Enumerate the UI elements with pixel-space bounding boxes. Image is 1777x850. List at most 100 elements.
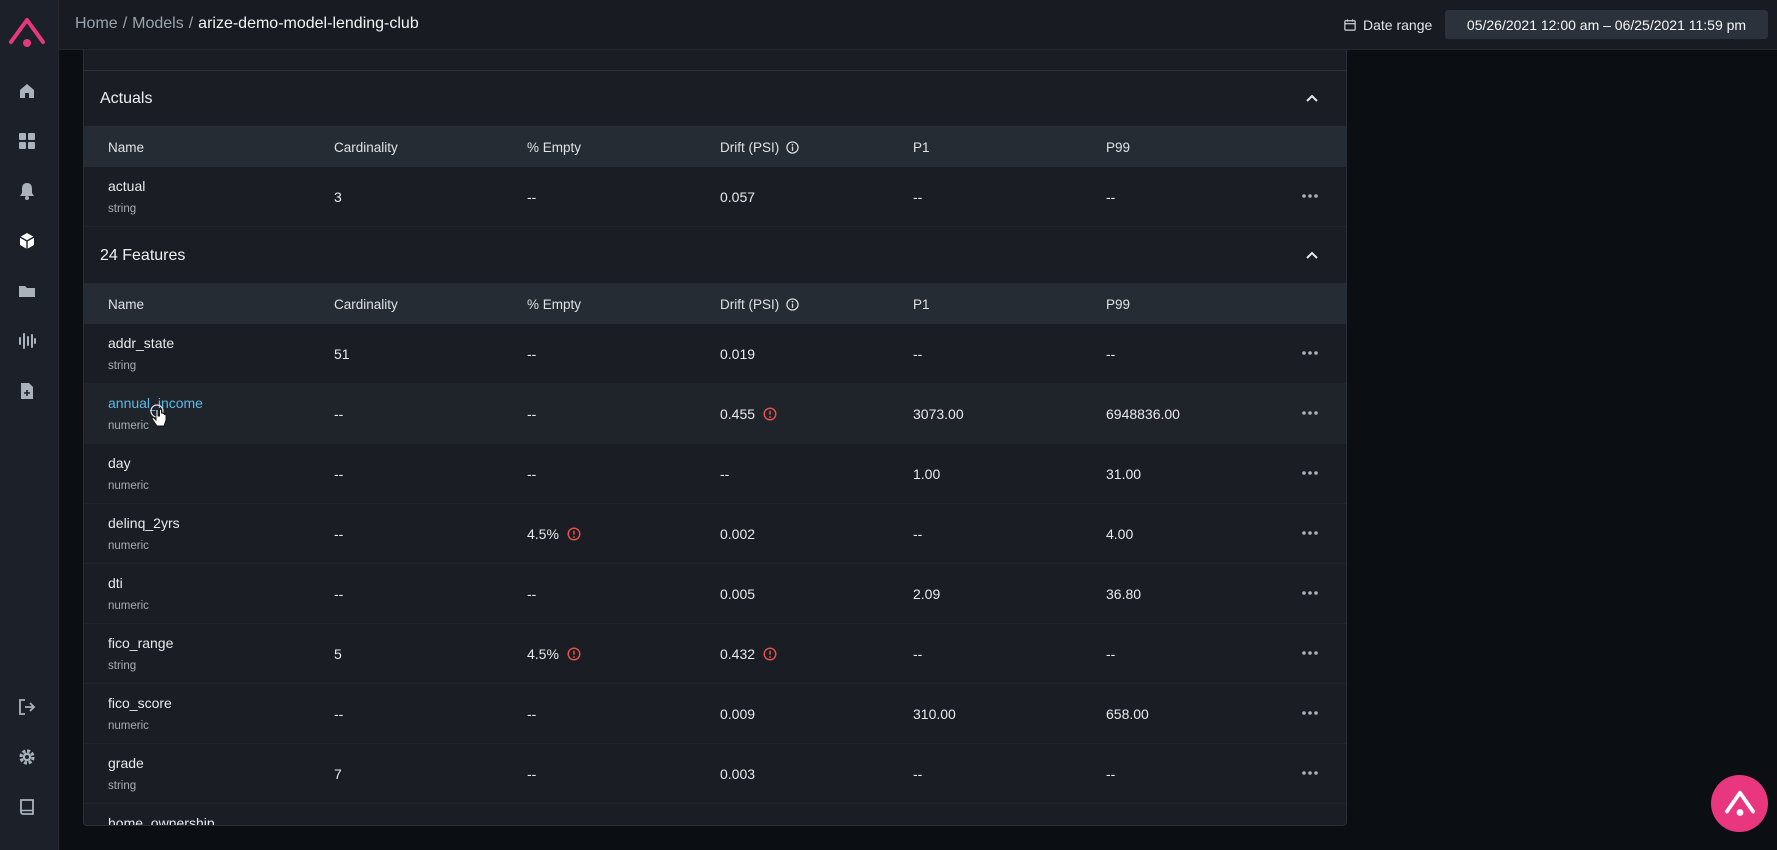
table-row[interactable]: addr_state string 51 -- 0.019 -- -- — [84, 324, 1346, 384]
dashboard-grid-icon[interactable] — [17, 131, 37, 151]
feature-name[interactable]: addr_state — [108, 335, 174, 351]
column-header-p1[interactable]: P1 — [913, 297, 930, 312]
breadcrumb-home[interactable]: Home — [75, 15, 118, 32]
more-options-icon[interactable] — [1300, 465, 1320, 481]
feature-type: string — [108, 660, 137, 672]
book-icon[interactable] — [17, 797, 37, 817]
feature-type: numeric — [108, 720, 149, 732]
features-section-header[interactable]: 24 Features — [84, 228, 1346, 284]
features-title: 24 Features — [100, 246, 186, 264]
table-row[interactable]: delinq_2yrs numeric -- 4.5% 0.002 -- 4.00 — [84, 504, 1346, 564]
more-options-icon[interactable] — [1300, 705, 1320, 721]
more-options-icon[interactable] — [1300, 525, 1320, 541]
warning-icon[interactable] — [763, 647, 777, 661]
feature-name[interactable]: day — [108, 455, 131, 471]
feature-name[interactable]: grade — [108, 755, 144, 771]
p99-value: 36.80 — [1106, 586, 1142, 602]
folder-icon[interactable] — [17, 281, 37, 301]
table-row[interactable]: fico_range string 5 4.5% 0.432 -- -- — [84, 624, 1346, 684]
logout-icon[interactable] — [17, 697, 37, 717]
gear-icon[interactable] — [17, 747, 37, 767]
table-row[interactable]: fico_score numeric -- -- 0.009 310.00 658.00 — [84, 684, 1346, 744]
column-header-empty[interactable]: % Empty — [527, 297, 581, 312]
column-header-drift-label: Drift (PSI) — [720, 297, 780, 312]
empty-value: -- — [527, 586, 537, 602]
column-header-drift[interactable]: Drift (PSI) — [720, 140, 799, 155]
feature-name[interactable]: fico_score — [108, 695, 172, 711]
empty-value: 4.5% — [527, 646, 559, 662]
breadcrumb-separator: / — [122, 15, 128, 32]
empty-value: -- — [527, 766, 537, 782]
feature-name[interactable]: dti — [108, 575, 123, 591]
table-row[interactable]: day numeric -- -- -- 1.00 31.00 — [84, 444, 1346, 504]
warning-icon[interactable] — [567, 647, 581, 661]
feature-name[interactable]: fico_range — [108, 635, 173, 651]
table-row[interactable]: home_ownership — [84, 804, 1346, 825]
info-icon[interactable] — [786, 298, 799, 311]
breadcrumb-current-model: arize-demo-model-lending-club — [198, 15, 419, 32]
help-chat-button[interactable] — [1711, 775, 1768, 832]
column-header-p1[interactable]: P1 — [913, 140, 930, 155]
bell-icon[interactable] — [17, 181, 37, 201]
column-header-drift[interactable]: Drift (PSI) — [720, 297, 799, 312]
table-row[interactable]: annual_income numeric -- -- 0.455 3073.00 6948… — [84, 384, 1346, 444]
column-header-empty[interactable]: % Empty — [527, 140, 581, 155]
empty-cell: 4.5% — [527, 646, 581, 662]
empty-value: -- — [527, 466, 537, 482]
column-header-cardinality[interactable]: Cardinality — [334, 140, 398, 155]
p1-value: -- — [913, 526, 923, 542]
drift-cell: 0.455 — [720, 406, 777, 422]
p1-value: 2.09 — [913, 586, 941, 602]
feature-name[interactable]: home_ownership — [108, 815, 215, 825]
feature-name[interactable]: actual — [108, 178, 145, 194]
empty-cell: -- — [527, 586, 536, 602]
empty-cell: -- — [527, 706, 536, 722]
warning-icon[interactable] — [763, 407, 777, 421]
actuals-table-header: Name Cardinality % Empty Drift (PSI) P1 … — [84, 127, 1346, 167]
chevron-up-icon[interactable] — [1304, 248, 1320, 264]
drift-cell: 0.019 — [720, 346, 755, 362]
feature-name[interactable]: delinq_2yrs — [108, 515, 180, 531]
column-header-p99[interactable]: P99 — [1106, 140, 1130, 155]
column-header-p99[interactable]: P99 — [1106, 297, 1130, 312]
info-icon[interactable] — [786, 141, 799, 154]
document-plus-icon[interactable] — [17, 381, 37, 401]
actuals-section-header[interactable]: Actuals — [84, 71, 1346, 127]
drift-cell: 0.432 — [720, 646, 777, 662]
calendar-icon — [1344, 19, 1356, 31]
more-options-icon[interactable] — [1300, 645, 1320, 661]
table-row[interactable]: dti numeric -- -- 0.005 2.09 36.80 — [84, 564, 1346, 624]
arize-logo-icon[interactable] — [8, 16, 46, 52]
empty-cell: -- — [527, 466, 536, 482]
more-options-icon[interactable] — [1300, 585, 1320, 601]
date-range-picker[interactable]: 05/26/2021 12:00 am – 06/25/2021 11:59 p… — [1445, 10, 1768, 39]
p1-value: 310.00 — [913, 706, 956, 722]
warning-icon[interactable] — [567, 527, 581, 541]
drift-cell: 0.002 — [720, 526, 755, 542]
empty-value: -- — [527, 406, 537, 422]
feature-type: string — [108, 780, 137, 792]
column-header-name[interactable]: Name — [108, 297, 144, 312]
waveform-icon[interactable] — [17, 331, 37, 351]
column-header-name[interactable]: Name — [108, 140, 144, 155]
more-options-icon[interactable] — [1300, 765, 1320, 781]
p1-value: -- — [913, 766, 923, 782]
breadcrumb: Home / Models / arize-demo-model-lending-clu… — [75, 15, 419, 33]
drift-value: 0.009 — [720, 706, 756, 722]
cube-icon[interactable] — [17, 231, 37, 251]
more-options-icon[interactable] — [1300, 345, 1320, 361]
feature-type: string — [108, 360, 137, 372]
table-row[interactable]: grade string 7 -- 0.003 -- -- — [84, 744, 1346, 804]
more-options-icon[interactable] — [1300, 188, 1320, 204]
features-table-header: Name Cardinality % Empty Drift (PSI) P1 … — [84, 284, 1346, 324]
empty-value: -- — [527, 346, 537, 362]
home-icon[interactable] — [17, 81, 37, 101]
table-row[interactable]: actual string 3 -- 0.057 -- -- — [84, 167, 1346, 227]
more-options-icon[interactable] — [1300, 405, 1320, 421]
drift-value: 0.003 — [720, 766, 756, 782]
model-schema-panel: Actuals Name Cardinality % Empty Drift (… — [83, 50, 1347, 826]
breadcrumb-models[interactable]: Models — [132, 15, 184, 32]
actuals-title: Actuals — [100, 89, 153, 107]
chevron-up-icon[interactable] — [1304, 91, 1320, 107]
column-header-cardinality[interactable]: Cardinality — [334, 297, 398, 312]
